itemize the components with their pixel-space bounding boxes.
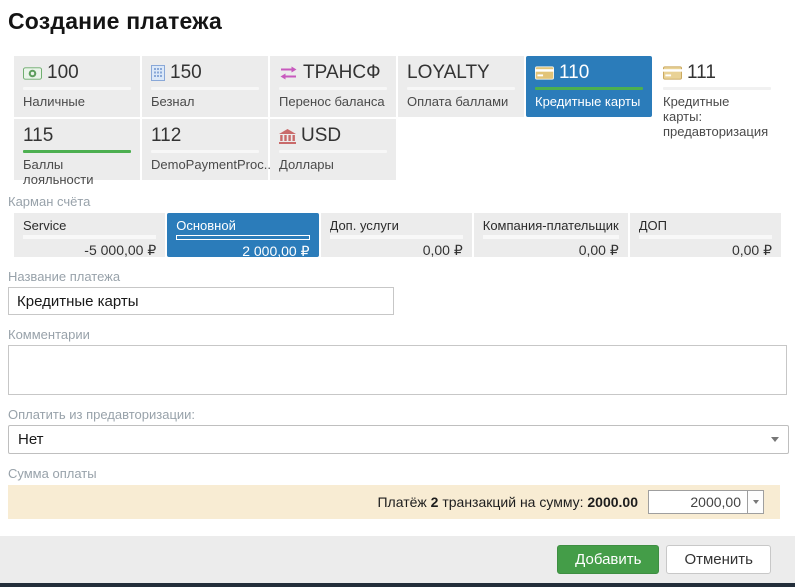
payment-summary-row: Платёж 2 транзакций на сумму: 2000.00 [8, 485, 780, 519]
chevron-down-icon [771, 437, 779, 442]
tile-head: 111 [663, 63, 771, 83]
payment-method-111[interactable]: 111 Кредитные карты: предавторизация [654, 56, 780, 117]
pocket-bar [639, 235, 772, 239]
tile-label: Оплата баллами [407, 94, 515, 109]
tile-head: ТРАНСФ [279, 63, 387, 83]
tile-bar [663, 87, 771, 90]
payment-name-label: Название платежа [8, 269, 795, 284]
pocket-dop[interactable]: ДОП 0,00 ₽ [630, 213, 781, 257]
payment-method-150[interactable]: 150 Безнал [142, 56, 268, 117]
tile-value: LOYALTY [407, 63, 490, 83]
amount-input[interactable] [648, 490, 747, 514]
tile-label: Доллары [279, 157, 387, 172]
tile-value: 110 [559, 63, 589, 83]
tile-head: LOYALTY [407, 63, 515, 83]
tile-head: 115 [23, 126, 131, 146]
preauth-selected-value: Нет [18, 431, 44, 448]
tile-head: 110 [535, 63, 643, 83]
tile-head: 150 [151, 63, 259, 83]
pocket-amount: 0,00 ₽ [330, 242, 463, 258]
pocket-extra-services[interactable]: Доп. услуги 0,00 ₽ [321, 213, 472, 257]
tile-label: Безнал [151, 94, 259, 109]
pocket-name: Основной [176, 218, 309, 233]
preauth-label: Оплатить из предавторизации: [8, 407, 795, 422]
tile-head: 112 [151, 126, 259, 146]
tile-value: 150 [170, 63, 202, 83]
tile-bar [151, 150, 259, 153]
pocket-amount: -5 000,00 ₽ [23, 242, 156, 258]
pocket-main-selected[interactable]: Основной 2 000,00 ₽ [167, 213, 318, 257]
payment-name-input[interactable] [8, 287, 394, 315]
pocket-name: Service [23, 218, 156, 233]
payment-method-transf[interactable]: ТРАНСФ Перенос баланса [270, 56, 396, 117]
cancel-button[interactable]: Отменить [666, 545, 771, 574]
payment-method-112[interactable]: 112 DemoPaymentProc... [142, 119, 268, 180]
add-button[interactable]: Добавить [557, 545, 659, 574]
payment-method-usd[interactable]: USD Доллары [270, 119, 396, 180]
tile-value: 115 [23, 126, 53, 146]
footer-action-bar: Добавить Отменить [0, 536, 795, 583]
amount-spinner-button[interactable] [747, 490, 764, 514]
tile-label: Перенос баланса [279, 94, 387, 109]
account-pockets: Service -5 000,00 ₽ Основной 2 000,00 ₽ … [14, 213, 781, 257]
bottom-dark-strip [0, 583, 795, 587]
tile-bar [279, 150, 387, 153]
tile-value: ТРАНСФ [303, 63, 381, 83]
tile-value: 112 [151, 126, 181, 146]
comments-textarea[interactable] [8, 345, 787, 395]
pocket-name: ДОП [639, 218, 772, 233]
page-title: Создание платежа [8, 8, 795, 35]
pocket-bar [23, 235, 156, 239]
transfer-icon [279, 66, 298, 80]
tile-head: 100 [23, 63, 131, 83]
tile-label: Кредитные карты: предавторизация [663, 94, 771, 139]
payment-method-115[interactable]: 115 Баллы лояльности [14, 119, 140, 180]
tile-label: Наличные [23, 94, 131, 109]
comments-label: Комментарии [8, 327, 795, 342]
tile-head: USD [279, 126, 387, 146]
amount-section-label: Сумма оплаты [8, 466, 795, 481]
preauth-select[interactable]: Нет [8, 425, 789, 454]
payment-methods-grid: 100 Наличные 150 Безнал ТРАНСФ Перенос б… [14, 56, 786, 180]
building-icon [151, 65, 165, 81]
pocket-section-label: Карман счёта [8, 194, 795, 209]
tile-bar [407, 87, 515, 90]
pocket-service[interactable]: Service -5 000,00 ₽ [14, 213, 165, 257]
pocket-bar [330, 235, 463, 239]
payment-method-100[interactable]: 100 Наличные [14, 56, 140, 117]
payment-method-110-selected[interactable]: 110 Кредитные карты [526, 56, 652, 117]
pocket-bar [176, 235, 309, 240]
payment-method-loyalty[interactable]: LOYALTY Оплата баллами [398, 56, 524, 117]
tile-value: 111 [687, 63, 716, 83]
pocket-payer-company[interactable]: Компания-плательщик 0,00 ₽ [474, 213, 628, 257]
pocket-bar [483, 235, 619, 239]
banknote-icon [23, 67, 42, 80]
pocket-amount: 2 000,00 ₽ [176, 243, 309, 259]
tile-bar [535, 87, 643, 90]
credit-card-icon [535, 66, 554, 80]
tile-value: 100 [47, 63, 79, 83]
payment-summary-text: Платёж 2 транзакций на сумму: 2000.00 [377, 494, 638, 510]
pocket-name: Доп. услуги [330, 218, 463, 233]
tile-label: DemoPaymentProc... [151, 157, 259, 172]
tile-bar [23, 150, 131, 153]
chevron-down-icon [753, 500, 759, 504]
tile-bar [151, 87, 259, 90]
tile-value: USD [301, 126, 341, 146]
amount-input-group [648, 490, 764, 514]
pocket-name: Компания-плательщик [483, 218, 619, 233]
pocket-amount: 0,00 ₽ [639, 242, 772, 258]
tile-label: Кредитные карты [535, 94, 643, 109]
tile-bar [23, 87, 131, 90]
tile-label: Баллы лояльности [23, 157, 131, 187]
tile-bar [279, 87, 387, 90]
credit-card-icon [663, 66, 682, 80]
pocket-amount: 0,00 ₽ [483, 242, 619, 258]
bank-icon [279, 129, 296, 144]
